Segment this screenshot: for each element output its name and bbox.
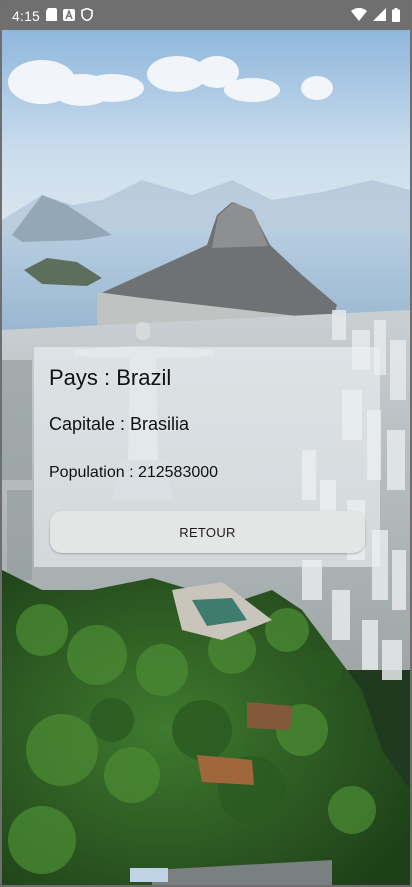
country-name: Pays : Brazil — [49, 365, 172, 390]
sd-card-icon — [46, 8, 58, 24]
wifi-icon — [351, 7, 367, 24]
back-button[interactable]: RETOUR — [50, 511, 365, 553]
shield-icon — [81, 7, 93, 24]
signal-icon — [373, 8, 386, 24]
capital-name: Capitale : Brasilia — [49, 414, 190, 434]
status-right-icons — [351, 7, 400, 25]
country-info-card: Pays : Brazil Capitale : Brasilia Popula… — [34, 347, 380, 567]
status-time: 4:15 — [12, 8, 41, 24]
battery-icon — [392, 7, 400, 25]
a-badge-icon — [63, 8, 76, 24]
status-bar: 4:15 — [2, 2, 410, 30]
phone-screen: 4:15 Pays: Brazil Capitale: Brasilia P… — [0, 0, 412, 887]
population-value: Population : 212583000 — [49, 464, 219, 481]
